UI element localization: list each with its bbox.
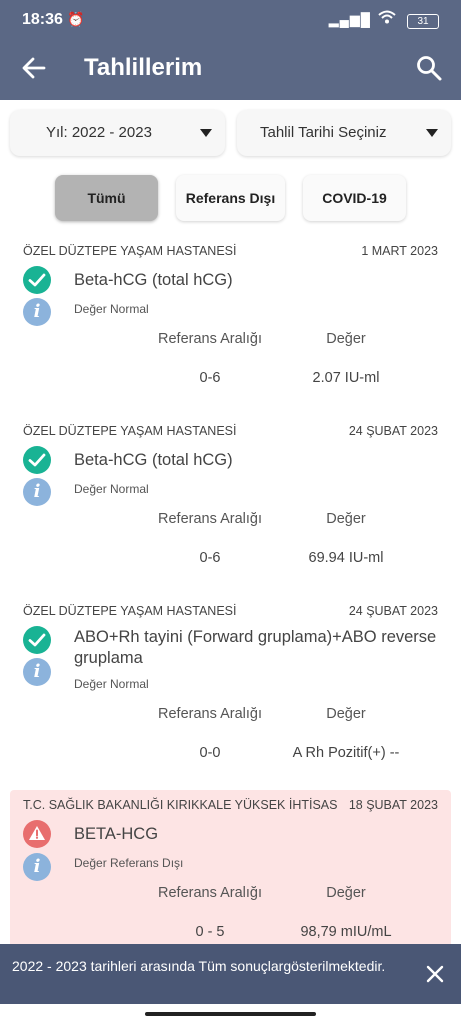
chevron-down-icon [200,129,212,137]
result-date: 18 ŞUBAT 2023 [348,798,438,812]
check-icon [23,446,51,474]
range-header: Referans Aralığı [158,706,262,722]
value-header: Değer [326,885,366,901]
back-arrow-icon[interactable] [20,54,48,82]
range-header: Referans Aralığı [158,885,262,901]
result-date: 24 ŞUBAT 2023 [348,604,438,618]
check-icon [23,266,51,294]
chevron-down-icon [426,129,438,137]
result-card[interactable]: ÖZEL DÜZTEPE YAŞAM HASTANESİ 24 ŞUBAT 20… [10,418,451,578]
result-status: Değer Referans Dışı [74,856,184,870]
year-dropdown-label: Yıl: 2022 - 2023 [46,124,152,141]
test-name: Beta-hCG (total hCG) [74,271,233,289]
filter-chips: Tümü Referans Dışı COVID-19 [0,175,461,223]
chip-all[interactable]: Tümü [55,175,158,221]
reference-range: 0-6 [199,370,221,386]
battery-icon: 31 [407,14,439,29]
result-status: Değer Normal [74,677,149,691]
info-icon[interactable]: i [23,658,51,686]
value-header: Değer [326,706,366,722]
info-icon[interactable]: i [23,298,51,326]
status-time: 18:36 [22,11,63,28]
hospital-name: ÖZEL DÜZTEPE YAŞAM HASTANESİ [23,424,237,438]
close-icon[interactable] [425,964,445,984]
value-header: Değer [326,511,366,527]
reference-range: 0 - 5 [195,924,225,940]
status-bar: 18:36 ⏰ ▂▄▆█ 31 [0,0,461,36]
reference-range: 0-6 [199,550,221,566]
result-date: 1 MART 2023 [361,244,438,258]
result-value: A Rh Pozitif(+) -- [292,745,400,761]
page-title: Tahlillerim [84,54,203,81]
info-icon[interactable]: i [23,478,51,506]
result-card[interactable]: ÖZEL DÜZTEPE YAŞAM HASTANESİ 24 ŞUBAT 20… [10,598,451,776]
date-dropdown-label: Tahlil Tarihi Seçiniz [260,124,387,141]
app-bar: Tahlillerim [0,36,461,100]
range-header: Referans Aralığı [158,511,262,527]
snackbar-message: 2022 - 2023 tarihleri arasında Tüm sonuç… [12,958,386,974]
result-status: Değer Normal [74,302,149,316]
year-dropdown[interactable]: Yıl: 2022 - 2023 [10,110,225,156]
chip-out-of-range[interactable]: Referans Dışı [176,175,285,221]
signal-icon: ▂▄▆█ [328,12,371,27]
result-card-out-of-range[interactable]: T.C. SAĞLIK BAKANLIĞI KIRIKKALE YÜKSEK İ… [10,790,451,950]
warning-icon [23,820,51,848]
range-header: Referans Aralığı [158,331,262,347]
snackbar: 2022 - 2023 tarihleri arasında Tüm sonuç… [0,944,461,1004]
check-icon [23,626,51,654]
home-indicator[interactable] [145,1012,316,1016]
test-name: Beta-hCG (total hCG) [74,451,233,469]
test-name: BETA-HCG [74,825,159,843]
alarm-icon: ⏰ [67,11,85,27]
value-header: Değer [326,331,366,347]
chip-covid[interactable]: COVID-19 [303,175,406,221]
result-value: 2.07 IU-ml [312,370,380,386]
wifi-icon [378,10,396,27]
result-status: Değer Normal [74,482,149,496]
reference-range: 0-0 [199,745,221,761]
result-card[interactable]: ÖZEL DÜZTEPE YAŞAM HASTANESİ 1 MART 2023… [10,238,451,398]
gesture-bar [0,1004,461,1024]
result-date: 24 ŞUBAT 2023 [348,424,438,438]
info-icon[interactable]: i [23,853,51,881]
hospital-name: ÖZEL DÜZTEPE YAŞAM HASTANESİ [23,604,237,618]
hospital-name: T.C. SAĞLIK BAKANLIĞI KIRIKKALE YÜKSEK İ… [23,798,338,812]
test-name: ABO+Rh tayini (Forward gruplama)+ABO rev… [74,628,437,667]
hospital-name: ÖZEL DÜZTEPE YAŞAM HASTANESİ [23,244,237,258]
result-value: 69.94 IU-ml [308,550,384,566]
search-icon[interactable] [415,54,443,82]
filter-row: Yıl: 2022 - 2023 Tahlil Tarihi Seçiniz [10,110,451,156]
result-value: 98,79 mIU/mL [300,924,392,940]
date-dropdown[interactable]: Tahlil Tarihi Seçiniz [237,110,451,156]
